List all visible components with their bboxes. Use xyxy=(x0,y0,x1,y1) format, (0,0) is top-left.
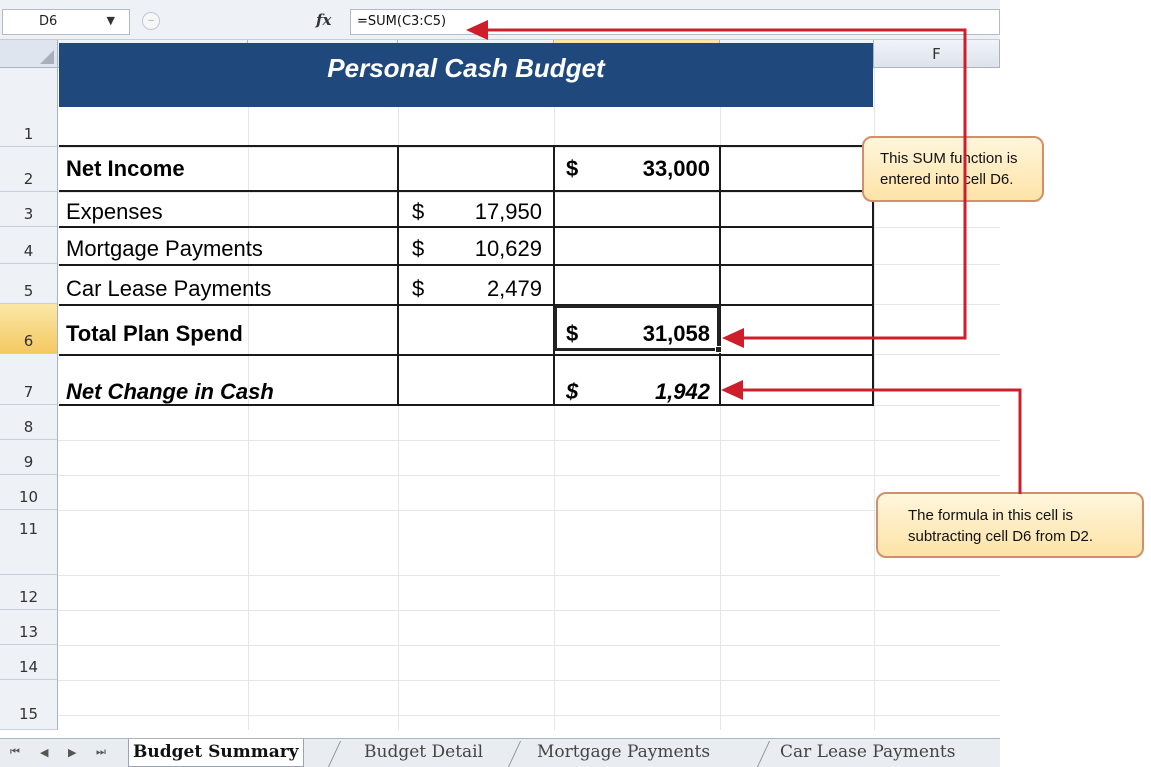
cell-a5[interactable]: Car Lease Payments xyxy=(66,276,271,302)
callout-line: The formula in this cell is xyxy=(908,507,1074,524)
insert-function-icon[interactable]: fx xyxy=(316,11,331,29)
cell-d2[interactable]: 33,000 xyxy=(600,156,710,182)
table-border xyxy=(59,264,874,266)
table-border xyxy=(59,354,874,356)
first-sheet-icon[interactable]: ⏮ xyxy=(10,746,20,759)
cell-a3[interactable]: Expenses xyxy=(66,199,163,225)
cell-c4[interactable]: 10,629 xyxy=(440,236,542,262)
gridline xyxy=(58,192,1000,193)
cell-a6[interactable]: Total Plan Spend xyxy=(66,321,243,347)
row-number: 11 xyxy=(18,520,39,538)
cell-c5[interactable]: 2,479 xyxy=(440,276,542,302)
gridline xyxy=(58,440,1000,441)
gridline xyxy=(58,575,1000,576)
callout-line: entered into cell D6. xyxy=(880,171,1014,188)
row-header-1[interactable]: 1 xyxy=(0,68,58,147)
row-header-3[interactable]: 3 xyxy=(0,192,58,227)
fill-handle[interactable] xyxy=(715,346,722,353)
row-number: 5 xyxy=(23,282,34,300)
tab-mortgage-payments[interactable]: Mortgage Payments xyxy=(533,739,714,767)
row-number: 7 xyxy=(23,383,34,401)
tab-separator xyxy=(507,741,522,767)
gridline xyxy=(58,610,1000,611)
row-number: 1 xyxy=(23,125,34,143)
row-number: 9 xyxy=(23,453,34,471)
row-header-11[interactable]: 11 xyxy=(0,510,58,575)
cell-c5-currency: $ xyxy=(412,276,425,301)
cancel-icon[interactable]: – xyxy=(142,12,160,30)
row-header-5[interactable]: 5 xyxy=(0,264,58,304)
row-number: 12 xyxy=(18,588,39,606)
name-box[interactable]: D6 ▼ xyxy=(2,9,130,35)
row-header-9[interactable]: 9 xyxy=(0,440,58,475)
callout-line: subtracting cell D6 from D2. xyxy=(908,528,1094,545)
gridline xyxy=(58,715,1000,716)
table-border xyxy=(553,145,555,406)
formula-bar: D6 ▼ – fx =SUM(C3:C5) xyxy=(0,0,1000,40)
callout-formula-subtract: The formula in this cell is subtracting … xyxy=(876,492,1144,558)
gridline xyxy=(58,645,1000,646)
prev-sheet-icon[interactable]: ◀ xyxy=(40,746,48,759)
cell-d7-currency: $ xyxy=(566,379,579,404)
table-border xyxy=(59,226,874,228)
row-number: 8 xyxy=(23,418,34,436)
sheet-tab-bar: ⏮ ◀ ▶ ⏭ Budget Summary Budget Detail Mor… xyxy=(0,738,1000,767)
last-sheet-icon[interactable]: ⏭ xyxy=(96,746,106,759)
select-all-triangle-icon xyxy=(40,50,54,64)
formula-buttons: – fx xyxy=(134,9,344,35)
table-border xyxy=(59,190,874,192)
row-number: 3 xyxy=(23,205,34,223)
tab-budget-summary[interactable]: Budget Summary xyxy=(128,739,304,767)
row-number: 2 xyxy=(23,170,34,188)
row-number: 10 xyxy=(18,488,39,506)
callout-sum-function: This SUM function is entered into cell D… xyxy=(862,136,1044,202)
formula-text: =SUM(C3:C5) xyxy=(357,14,447,29)
cell-a7[interactable]: Net Change in Cash xyxy=(66,379,274,405)
cell-d7[interactable]: 1,942 xyxy=(600,379,710,405)
table-border xyxy=(59,145,874,147)
gridline xyxy=(58,510,1000,511)
tab-budget-detail[interactable]: Budget Detail xyxy=(360,739,487,767)
tab-car-lease-payments[interactable]: Car Lease Payments xyxy=(776,739,959,767)
row-header-15[interactable]: 15 xyxy=(0,680,58,730)
select-all-corner[interactable] xyxy=(0,40,58,68)
row-header-13[interactable]: 13 xyxy=(0,610,58,645)
name-box-value: D6 xyxy=(39,14,58,29)
table-border xyxy=(59,304,874,306)
row-number: 6 xyxy=(23,332,34,350)
row-number: 4 xyxy=(23,242,34,260)
table-border xyxy=(397,145,399,406)
gridline xyxy=(58,680,1000,681)
row-header-4[interactable]: 4 xyxy=(0,227,58,264)
row-number: 15 xyxy=(18,705,39,723)
fx-label: fx xyxy=(316,11,332,29)
row-header-8[interactable]: 8 xyxy=(0,405,58,440)
row-header-14[interactable]: 14 xyxy=(0,645,58,680)
next-sheet-icon[interactable]: ▶ xyxy=(68,746,76,759)
cell-a4[interactable]: Mortgage Payments xyxy=(66,236,263,262)
cell-a2[interactable]: Net Income xyxy=(66,156,185,182)
row-header-10[interactable]: 10 xyxy=(0,475,58,510)
row-number: 14 xyxy=(18,658,39,676)
gridline xyxy=(58,475,1000,476)
row-header-2[interactable]: 2 xyxy=(0,147,58,192)
column-header-f[interactable]: F xyxy=(874,40,1000,68)
row-header-7[interactable]: 7 xyxy=(0,354,58,405)
gridline xyxy=(58,147,1000,148)
cell-c3[interactable]: 17,950 xyxy=(440,199,542,225)
row-number: 13 xyxy=(18,623,39,641)
callout-line: This SUM function is xyxy=(880,150,1018,167)
formula-input[interactable]: =SUM(C3:C5) xyxy=(350,9,1000,35)
active-cell-selection[interactable] xyxy=(554,305,722,353)
title-cell[interactable]: Personal Cash Budget xyxy=(59,43,873,107)
tab-separator xyxy=(327,741,342,767)
cell-c3-currency: $ xyxy=(412,199,425,224)
table-border xyxy=(719,145,721,406)
tab-separator xyxy=(756,741,771,767)
row-header-12[interactable]: 12 xyxy=(0,575,58,610)
row-header-6[interactable]: 6 xyxy=(0,304,58,354)
cell-c4-currency: $ xyxy=(412,236,425,261)
cell-d2-currency: $ xyxy=(566,156,579,181)
name-box-dropdown-icon[interactable]: ▼ xyxy=(107,14,115,27)
